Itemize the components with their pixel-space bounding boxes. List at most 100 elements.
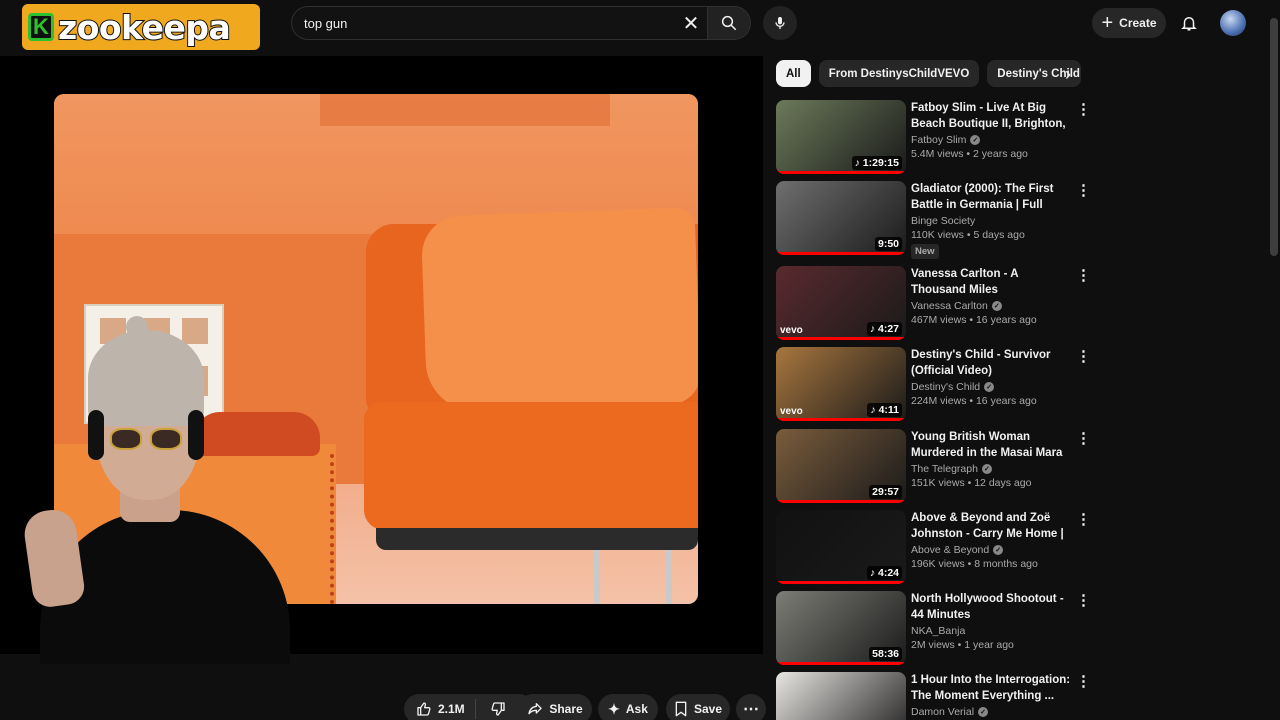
webcam-hat <box>88 330 204 426</box>
more-horizontal-icon: ⋯ <box>743 701 759 718</box>
duration-badge: 9:50 <box>874 237 902 251</box>
video-meta: 467M views • 16 years ago <box>911 314 1037 326</box>
search-query[interactable]: top gun <box>304 16 671 31</box>
video-info: Destiny's Child - Survivor (Official Vid… <box>911 347 1076 407</box>
recommendation-item[interactable]: 29:57 Young British Woman Murdered in th… <box>776 429 1096 505</box>
save-button[interactable]: Save <box>666 694 730 720</box>
like-button[interactable]: 2.1M <box>404 699 476 719</box>
search-input[interactable]: top gun ✕ <box>291 6 711 40</box>
more-vertical-icon[interactable]: ⋮ <box>1076 672 1091 692</box>
channel-name[interactable]: Above & Beyond <box>911 544 989 556</box>
recommendation-item[interactable]: 1 Hour Into the Interrogation: The Momen… <box>776 672 1096 720</box>
scene-sofa-leg <box>666 550 672 604</box>
duration-text: 1:29:15 <box>862 157 899 169</box>
channel-name[interactable]: The Telegraph <box>911 463 978 475</box>
channel-name[interactable]: NKA_Banja <box>911 625 965 637</box>
streamer-logo: K zookeepa <box>22 4 260 50</box>
more-vertical-icon[interactable]: ⋮ <box>1076 266 1091 286</box>
view-count: 224M views <box>911 395 967 407</box>
recommendation-item[interactable]: ♪ 1:29:15 Fatboy Slim - Live At Big Beac… <box>776 100 1096 176</box>
ask-button[interactable]: ✦ Ask <box>598 694 658 720</box>
create-button[interactable]: + Create <box>1092 8 1166 38</box>
video-info: North Hollywood Shootout - 44 Minutes NK… <box>911 591 1076 651</box>
video-info: Young British Woman Murdered in the Masa… <box>911 429 1076 489</box>
music-note-icon: ♪ <box>869 323 878 335</box>
video-thumbnail[interactable]: vevo ♪ 4:27 <box>776 266 906 340</box>
thumbnail-progress-bar <box>776 171 906 174</box>
more-vertical-icon[interactable]: ⋮ <box>1076 100 1091 120</box>
recommendation-item[interactable]: ♪ 4:24 Above & Beyond and Zoë Johnston -… <box>776 510 1096 586</box>
more-vertical-icon[interactable]: ⋮ <box>1076 510 1091 530</box>
dislike-button[interactable] <box>482 701 514 717</box>
recommendation-item[interactable]: vevo ♪ 4:27 Vanessa Carlton - A Thousand … <box>776 266 1096 342</box>
video-thumbnail[interactable]: 29:57 <box>776 429 906 503</box>
channel-name[interactable]: Fatboy Slim <box>911 134 966 146</box>
more-vertical-icon[interactable]: ⋮ <box>1076 429 1091 449</box>
channel-name[interactable]: Destiny's Child <box>911 381 980 393</box>
chip-from-channel[interactable]: From DestinysChildVEVO <box>818 60 980 87</box>
webcam-hand <box>21 506 87 610</box>
channel-name[interactable]: Damon Verial <box>911 706 974 718</box>
recommendation-item[interactable]: 9:50 Gladiator (2000): The First Battle … <box>776 181 1096 259</box>
video-info: 1 Hour Into the Interrogation: The Momen… <box>911 672 1076 718</box>
video-meta: 110K views • 5 days ago <box>911 229 1025 241</box>
like-dislike-group: 2.1M <box>404 694 534 720</box>
duration-text: 4:27 <box>877 323 899 335</box>
upload-age: 16 years ago <box>975 314 1037 326</box>
channel-line: Vanessa Carlton ✓ <box>911 300 1076 312</box>
video-meta: 2M views • 1 year ago <box>911 639 1014 651</box>
more-actions-button[interactable]: ⋯ <box>736 694 766 720</box>
video-title[interactable]: Young British Woman Murdered in the Masa… <box>911 429 1076 461</box>
video-meta: 224M views • 16 years ago <box>911 395 1037 407</box>
channel-line: Binge Society <box>911 215 1076 227</box>
verified-check-icon: ✓ <box>993 545 1004 555</box>
clear-search-icon[interactable]: ✕ <box>671 11 711 36</box>
thumbnail-progress-bar <box>776 337 906 340</box>
search-button[interactable] <box>707 6 751 40</box>
video-thumbnail[interactable]: ♪ 1:29:15 <box>776 100 906 174</box>
music-note-icon: ♪ <box>869 567 878 579</box>
share-button[interactable]: Share <box>518 694 592 720</box>
video-title[interactable]: North Hollywood Shootout - 44 Minutes <box>911 591 1076 623</box>
search-icon <box>721 15 737 31</box>
duration-text: 4:24 <box>877 567 899 579</box>
channel-line: Above & Beyond ✓ <box>911 544 1076 556</box>
plus-icon: + <box>1101 12 1114 34</box>
voice-search-button[interactable] <box>763 6 797 40</box>
video-thumbnail[interactable]: 58:36 <box>776 591 906 665</box>
view-count: 5.4M views <box>911 148 964 160</box>
recommendation-item[interactable]: 58:36 North Hollywood Shootout - 44 Minu… <box>776 591 1096 667</box>
video-info: Vanessa Carlton - A Thousand Miles Vanes… <box>911 266 1076 326</box>
duration-badge: ♪ 4:11 <box>867 403 902 417</box>
account-avatar[interactable] <box>1220 10 1246 36</box>
video-thumbnail[interactable]: 9:50 <box>776 181 906 255</box>
share-label: Share <box>549 702 583 716</box>
video-title[interactable]: Destiny's Child - Survivor (Official Vid… <box>911 347 1076 379</box>
video-title[interactable]: 1 Hour Into the Interrogation: The Momen… <box>911 672 1076 704</box>
video-thumbnail[interactable]: ♪ 4:24 <box>776 510 906 584</box>
more-vertical-icon[interactable]: ⋮ <box>1076 347 1091 367</box>
video-title[interactable]: Gladiator (2000): The First Battle in Ge… <box>911 181 1076 213</box>
video-title[interactable]: Vanessa Carlton - A Thousand Miles <box>911 266 1076 298</box>
chip-all[interactable]: All <box>776 60 811 87</box>
channel-name[interactable]: Binge Society <box>911 215 975 227</box>
verified-check-icon: ✓ <box>984 382 995 392</box>
more-vertical-icon[interactable]: ⋮ <box>1076 591 1091 611</box>
channel-name[interactable]: Vanessa Carlton <box>911 300 988 312</box>
channel-line: NKA_Banja <box>911 625 1076 637</box>
verified-check-icon: ✓ <box>978 707 989 717</box>
notifications-button[interactable] <box>1176 10 1202 36</box>
chips-next-button[interactable]: › <box>1054 60 1082 88</box>
upload-age: 5 days ago <box>973 229 1025 241</box>
webcam-overlay <box>0 310 330 664</box>
video-thumbnail[interactable]: vevo ♪ 4:11 <box>776 347 906 421</box>
duration-badge: ♪ 1:29:15 <box>851 156 902 170</box>
video-title[interactable]: Above & Beyond and Zoë Johnston - Carry … <box>911 510 1076 542</box>
webcam-headset-left <box>88 410 104 460</box>
logo-wordmark: zookeepa <box>57 7 232 48</box>
video-title[interactable]: Fatboy Slim - Live At Big Beach Boutique… <box>911 100 1076 132</box>
page-scrollbar[interactable] <box>1270 18 1278 256</box>
recommendation-item[interactable]: vevo ♪ 4:11 Destiny's Child - Survivor (O… <box>776 347 1096 423</box>
more-vertical-icon[interactable]: ⋮ <box>1076 181 1091 201</box>
video-thumbnail[interactable] <box>776 672 906 720</box>
